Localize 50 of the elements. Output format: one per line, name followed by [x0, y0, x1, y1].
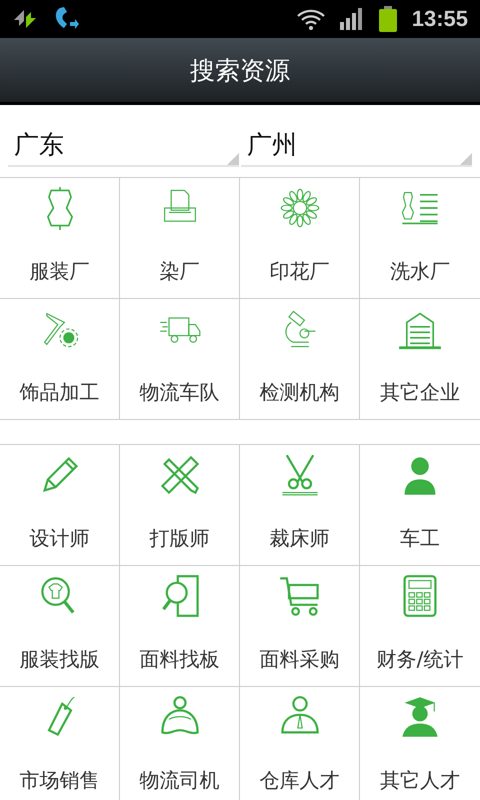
category-tile[interactable]: 打版师 — [120, 445, 240, 566]
category-tile[interactable]: 其它人才 — [360, 687, 480, 800]
category-label: 服装找版 — [20, 646, 100, 673]
category-label: 车工 — [400, 525, 440, 552]
category-label: 物流司机 — [140, 767, 220, 794]
category-tile[interactable]: 其它企业 — [360, 299, 480, 420]
dropdown-corner-icon — [460, 153, 472, 165]
clock: 13:55 — [412, 6, 468, 32]
category-tile[interactable]: 物流车队 — [120, 299, 240, 420]
category-label: 打版师 — [150, 525, 210, 552]
category-tile[interactable]: 市场销售 — [0, 687, 120, 800]
dropdown[interactable]: 广州 — [241, 128, 472, 167]
category-label: 其它企业 — [380, 379, 460, 406]
signal-icon — [340, 8, 364, 30]
category-label: 设计师 — [30, 525, 90, 552]
category-label: 物流车队 — [140, 379, 220, 406]
category-label: 服装厂 — [30, 258, 90, 285]
category-tile[interactable]: 饰品加工 — [0, 299, 120, 420]
category-tile[interactable]: 洗水厂 — [360, 178, 480, 299]
category-label: 市场销售 — [20, 767, 100, 794]
category-tile[interactable]: 财务/统计 — [360, 566, 480, 687]
category-tile[interactable]: 面料采购 — [240, 566, 360, 687]
category-tile[interactable]: 设计师 — [0, 445, 120, 566]
category-label: 染厂 — [160, 258, 200, 285]
dropdown[interactable]: 广东 — [8, 128, 239, 167]
category-label: 洗水厂 — [390, 258, 450, 285]
category-tile[interactable]: 车工 — [360, 445, 480, 566]
battery-icon — [378, 6, 398, 32]
category-label: 裁床师 — [270, 525, 330, 552]
wifi-icon — [296, 7, 326, 31]
category-tile[interactable]: 印花厂 — [240, 178, 360, 299]
category-label: 面料找板 — [140, 646, 220, 673]
category-label: 仓库人才 — [260, 767, 340, 794]
category-tile[interactable]: 染厂 — [120, 178, 240, 299]
category-tile[interactable]: 服装找版 — [0, 566, 120, 687]
category-label: 面料采购 — [260, 646, 340, 673]
category-label: 饰品加工 — [20, 379, 100, 406]
category-label: 其它人才 — [380, 767, 460, 794]
dropdown-corner-icon — [227, 153, 239, 165]
category-tile[interactable]: 面料找板 — [120, 566, 240, 687]
category-tile[interactable]: 服装厂 — [0, 178, 120, 299]
category-tile[interactable]: 物流司机 — [120, 687, 240, 800]
category-label: 财务/统计 — [376, 646, 464, 673]
sync-arrows-icon — [12, 8, 38, 30]
category-label: 印花厂 — [270, 258, 330, 285]
page-title: 搜索资源 — [190, 54, 290, 86]
category-label: 检测机构 — [260, 379, 340, 406]
category-tile[interactable]: 检测机构 — [240, 299, 360, 420]
category-tile[interactable]: 裁床师 — [240, 445, 360, 566]
category-tile[interactable]: 仓库人才 — [240, 687, 360, 800]
